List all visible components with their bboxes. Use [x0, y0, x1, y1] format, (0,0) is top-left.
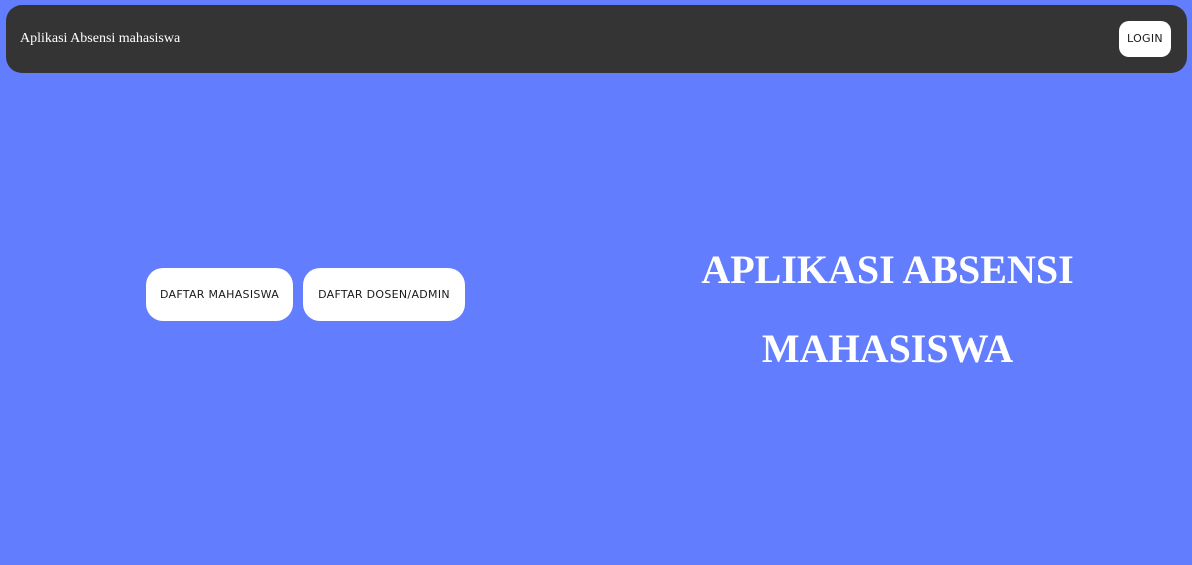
- hero-title-line-2: MAHASISWA: [761, 326, 1014, 371]
- brand-title[interactable]: Aplikasi Absensi mahasiswa: [20, 30, 180, 48]
- login-button[interactable]: LOGIN: [1119, 21, 1171, 57]
- daftar-mahasiswa-button[interactable]: DAFTAR MAHASISWA: [146, 268, 293, 321]
- hero-title-line-1: APLIKASI ABSENSI: [701, 247, 1074, 292]
- top-navbar: Aplikasi Absensi mahasiswa LOGIN: [6, 5, 1187, 73]
- daftar-dosen-admin-button[interactable]: DAFTAR DOSEN/ADMIN: [303, 268, 465, 321]
- hero-title: APLIKASI ABSENSI MAHASISWA: [640, 230, 1135, 388]
